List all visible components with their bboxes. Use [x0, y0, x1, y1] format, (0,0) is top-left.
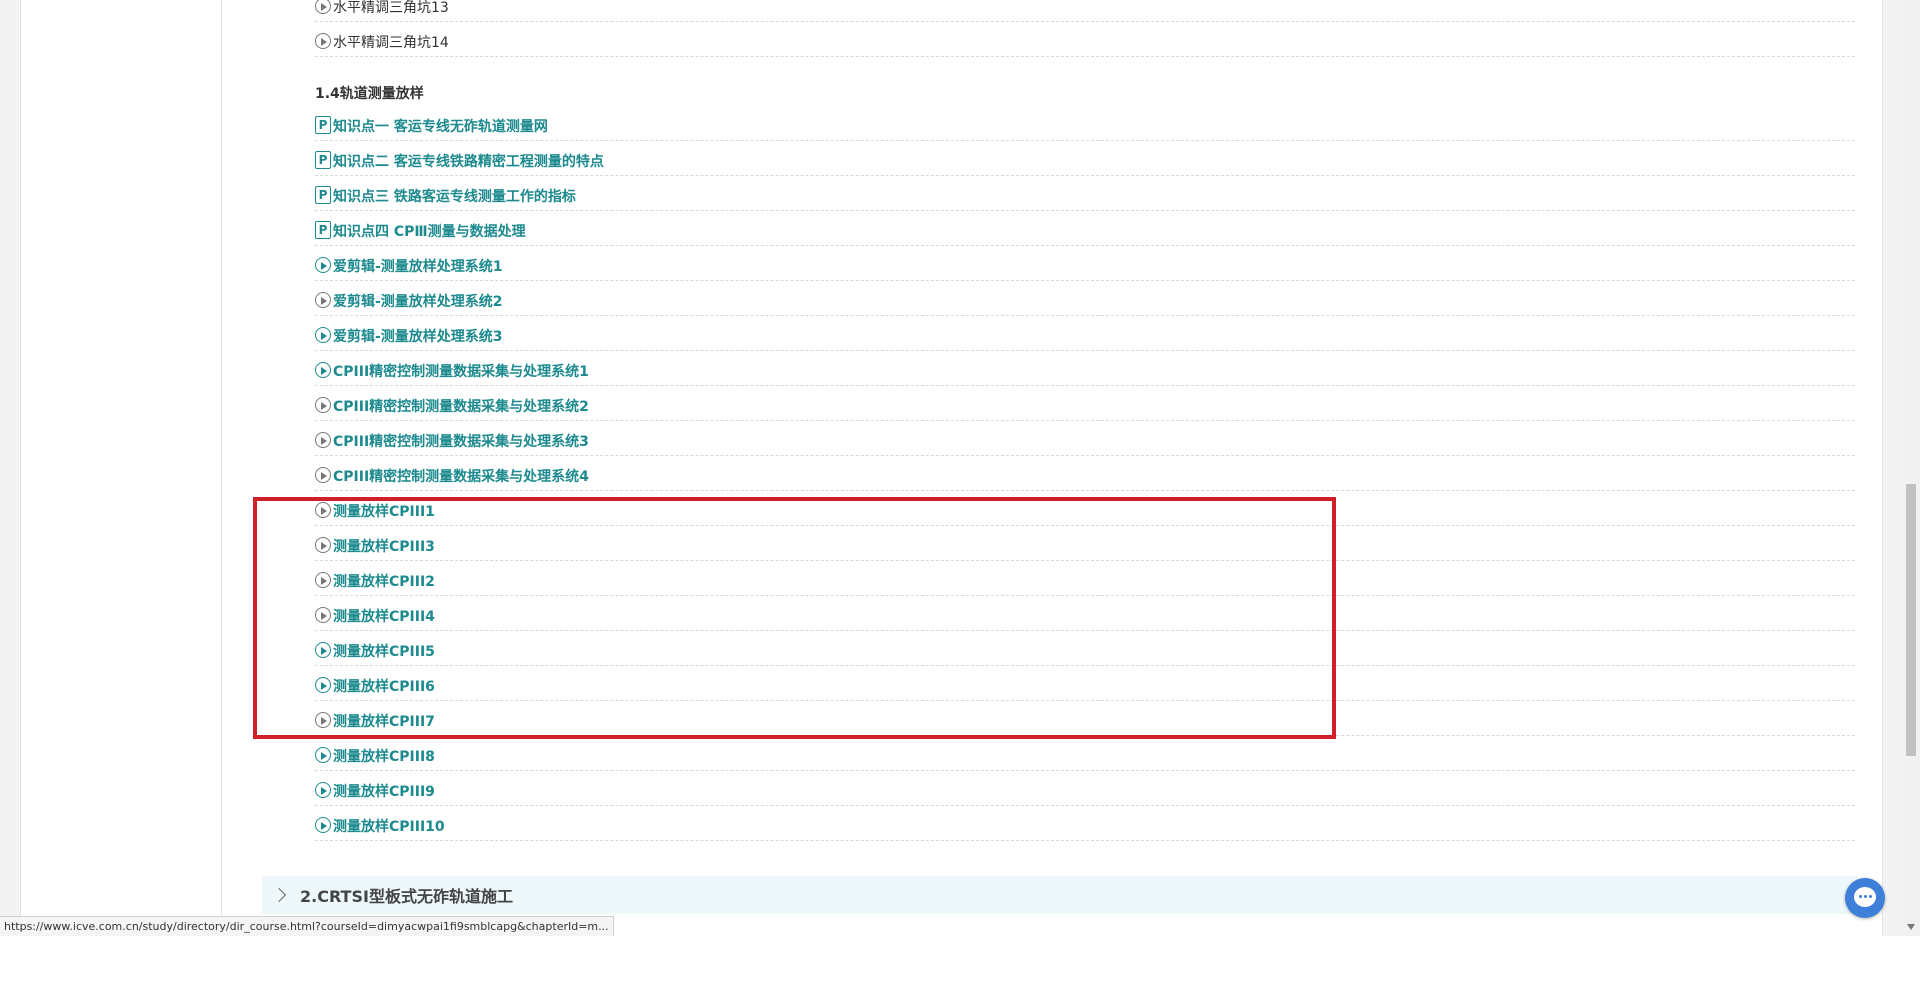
- section-title: 1.4轨道测量放样: [315, 86, 424, 102]
- ppt-icon: P: [315, 116, 331, 134]
- page-viewport: 水平精调三角坑13 水平精调三角坑14 1.4轨道测量放样 P 知识点一 客运专…: [0, 0, 1920, 936]
- list-item[interactable]: 爱剪辑-测量放样处理系统2: [315, 281, 1855, 316]
- play-circle-icon: [315, 537, 331, 553]
- list-item-label: 知识点四 CPⅢ测量与数据处理: [333, 224, 526, 240]
- list-item-label: 测量放样CPIII10: [333, 819, 445, 835]
- list-item[interactable]: 测量放样CPIII1: [315, 491, 1855, 526]
- list-item-label: 测量放样CPIII7: [333, 714, 435, 730]
- ppt-icon: P: [315, 186, 331, 204]
- list-item[interactable]: P 知识点二 客运专线铁路精密工程测量的特点: [315, 141, 1855, 176]
- list-item[interactable]: 测量放样CPIII7: [315, 701, 1855, 736]
- play-circle-icon: [315, 607, 331, 623]
- play-circle-icon: [315, 432, 331, 448]
- list-item-label: 测量放样CPIII6: [333, 679, 435, 695]
- scroll-down-arrow-icon[interactable]: [1907, 924, 1915, 930]
- list-item[interactable]: 测量放样CPIII3: [315, 526, 1855, 561]
- play-circle-icon: [315, 677, 331, 693]
- list-item-label: CPIII精密控制测量数据采集与处理系统3: [333, 434, 589, 450]
- list-item-label: 测量放样CPIII9: [333, 784, 435, 800]
- play-circle-icon: [315, 397, 331, 413]
- list-item[interactable]: 爱剪辑-测量放样处理系统3: [315, 316, 1855, 351]
- vertical-scrollbar[interactable]: [1902, 0, 1920, 936]
- play-circle-icon: [315, 257, 331, 273]
- chat-dot: [1864, 895, 1867, 898]
- list-item[interactable]: CPIII精密控制测量数据采集与处理系统3: [315, 421, 1855, 456]
- list-item-label: 测量放样CPIII8: [333, 749, 435, 765]
- list-item[interactable]: P 知识点一 客运专线无砟轨道测量网: [315, 106, 1855, 141]
- list-item-label: 测量放样CPIII2: [333, 574, 435, 590]
- list-item[interactable]: P 知识点四 CPⅢ测量与数据处理: [315, 211, 1855, 246]
- list-item[interactable]: 测量放样CPIII2: [315, 561, 1855, 596]
- ppt-icon: P: [315, 221, 331, 239]
- list-item[interactable]: P 知识点三 铁路客运专线测量工作的指标: [315, 176, 1855, 211]
- play-circle-icon: [315, 642, 331, 658]
- list-item[interactable]: 水平精调三角坑14: [315, 22, 1855, 57]
- left-margin: [0, 0, 21, 936]
- status-bar-url: https://www.icve.com.cn/study/directory/…: [0, 916, 614, 936]
- list-item[interactable]: 水平精调三角坑13: [315, 0, 1855, 22]
- chat-dot: [1859, 895, 1862, 898]
- list-item[interactable]: 测量放样CPIII8: [315, 736, 1855, 771]
- list-item-label: 测量放样CPIII5: [333, 644, 435, 660]
- list-item-label: 知识点一 客运专线无砟轨道测量网: [333, 119, 548, 135]
- play-circle-icon: [315, 0, 331, 14]
- list-item[interactable]: CPIII精密控制测量数据采集与处理系统2: [315, 386, 1855, 421]
- list-item[interactable]: 测量放样CPIII5: [315, 631, 1855, 666]
- list-item-label: CPIII精密控制测量数据采集与处理系统1: [333, 364, 589, 380]
- list-item-label: 知识点三 铁路客运专线测量工作的指标: [333, 189, 576, 205]
- play-circle-icon: [315, 33, 331, 49]
- list-item[interactable]: 测量放样CPIII6: [315, 666, 1855, 701]
- list-item-label: 爱剪辑-测量放样处理系统1: [333, 259, 503, 275]
- chat-dot: [1869, 895, 1872, 898]
- play-circle-icon: [315, 817, 331, 833]
- play-circle-icon: [315, 467, 331, 483]
- chevron-right-icon: [271, 887, 287, 903]
- ppt-icon: P: [315, 151, 331, 169]
- play-circle-icon: [315, 292, 331, 308]
- list-item-label: 爱剪辑-测量放样处理系统2: [333, 294, 503, 310]
- list-item-label: 测量放样CPIII3: [333, 539, 435, 555]
- play-circle-icon: [315, 712, 331, 728]
- list-item-label: 水平精调三角坑14: [333, 35, 449, 51]
- list-item[interactable]: 爱剪辑-测量放样处理系统1: [315, 246, 1855, 281]
- chat-button[interactable]: [1845, 878, 1885, 918]
- chapter-header[interactable]: 2.CRTSI型板式无砟轨道施工: [262, 876, 1857, 914]
- list-item[interactable]: 测量放样CPIII4: [315, 596, 1855, 631]
- list-item-label: CPIII精密控制测量数据采集与处理系统2: [333, 399, 589, 415]
- left-panel: [21, 0, 222, 936]
- list-item-label: 知识点二 客运专线铁路精密工程测量的特点: [333, 154, 604, 170]
- play-circle-icon: [315, 572, 331, 588]
- play-circle-icon: [315, 782, 331, 798]
- play-circle-icon: [315, 502, 331, 518]
- play-circle-icon: [315, 362, 331, 378]
- list-item-label: 爱剪辑-测量放样处理系统3: [333, 329, 503, 345]
- list-item[interactable]: 测量放样CPIII10: [315, 806, 1855, 841]
- chapter-title: 2.CRTSI型板式无砟轨道施工: [300, 887, 513, 906]
- list-item-label: 测量放样CPIII1: [333, 504, 435, 520]
- list-item-label: 水平精调三角坑13: [333, 0, 449, 16]
- list-item[interactable]: CPIII精密控制测量数据采集与处理系统4: [315, 456, 1855, 491]
- play-circle-icon: [315, 327, 331, 343]
- list-item[interactable]: CPIII精密控制测量数据采集与处理系统1: [315, 351, 1855, 386]
- list-item-label: CPIII精密控制测量数据采集与处理系统4: [333, 469, 589, 485]
- play-circle-icon: [315, 747, 331, 763]
- list-item[interactable]: 测量放样CPIII9: [315, 771, 1855, 806]
- scrollbar-thumb[interactable]: [1906, 484, 1916, 756]
- right-margin: [1883, 0, 1902, 936]
- list-item-label: 测量放样CPIII4: [333, 609, 435, 625]
